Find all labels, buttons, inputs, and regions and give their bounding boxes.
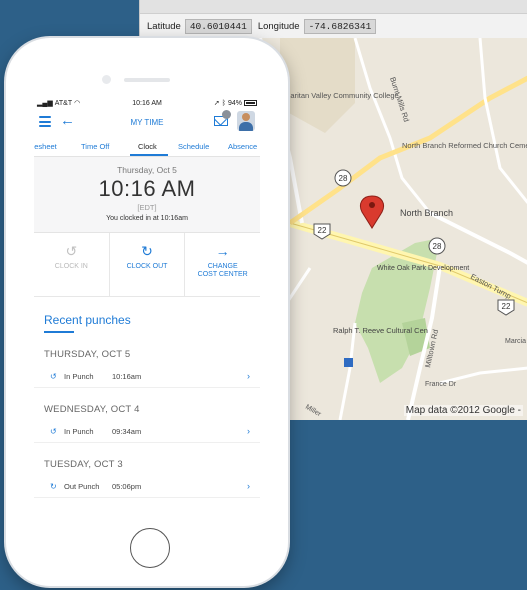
punch-row[interactable]: ↺ In Punch 09:34am › [34,421,260,443]
clock-actions: ↺ CLOCK IN ↻ CLOCK OUT → CHANGE COST CEN… [34,233,260,297]
clock-out-label: CLOCK OUT [126,263,168,270]
mail-badge [222,110,231,119]
punch-time: 10:16am [112,371,142,381]
carrier-label: AT&T [54,99,73,107]
longitude-field[interactable]: -74.6826341 [303,18,377,34]
chevron-right-icon: › [247,426,250,436]
status-bar: ▂▄▆ AT&T ◠ 10:16 AM ➚ ᛒ 94% [34,97,260,109]
out-punch-icon: ↻ [50,481,57,491]
chevron-right-icon: › [247,481,250,491]
route-22-label-east: 22 [502,302,511,311]
app-header: ← MY TIME [34,109,260,135]
latitude-field[interactable]: 40.6010441 [184,18,252,34]
phone-frame: ▂▄▆ AT&T ◠ 10:16 AM ➚ ᛒ 94% ← MY TIME me… [6,38,288,586]
wifi-icon: ◠ [74,100,81,107]
clock-date: Thursday, Oct 5 [117,165,177,175]
day-header: TUESDAY, OCT 3 [44,458,123,470]
cultural-center-icon [344,358,353,367]
church-label: North Branch Reformed Church Cemetery [402,141,527,150]
north-branch-label: North Branch [400,208,453,218]
clock-out-icon: ↻ [141,243,153,259]
marcia-label: Marcia [505,338,526,345]
clock-in-icon: ↺ [65,243,78,259]
phone-speaker [124,78,170,82]
bluetooth-icon: ᛒ [221,99,226,107]
tab-clock[interactable]: Clock [138,142,157,151]
map-window-titlebar [140,0,527,14]
clock-in-button[interactable]: ↺ CLOCK IN [34,233,110,296]
recent-punches-underline [44,331,74,333]
phone-camera [102,75,111,84]
punch-type: Out Punch [64,481,100,491]
clock-in-label: CLOCK IN [54,263,88,270]
day-header: WEDNESDAY, OCT 4 [44,403,140,415]
clock-status: You clocked in at 10:16am [106,215,188,222]
france-label: France Dr [425,381,457,388]
change-cost-center-button[interactable]: → CHANGE COST CENTER [185,233,260,296]
clock-timezone: [EDT] [137,203,157,212]
route-22-label: 22 [318,226,327,235]
signal-icon: ▂▄▆ [37,100,53,107]
clock-time: 10:16 AM [98,176,196,201]
change-cost-center-label: CHANGE COST CENTER [185,263,260,279]
college-label: Raritan Valley Community College [285,91,399,100]
clock-out-button[interactable]: ↻ CLOCK OUT [110,233,186,296]
battery-icon [243,100,257,106]
phone-screen: ▂▄▆ AT&T ◠ 10:16 AM ➚ ᛒ 94% ← MY TIME me… [34,97,260,515]
change-cost-center-line2: COST CENTER [197,271,248,278]
punch-row[interactable]: ↻ Out Punch 05:06pm › [34,476,260,498]
day-group: TUESDAY, OCT 3 ↻ Out Punch 05:06pm › [34,453,260,498]
chevron-right-icon: › [247,371,250,381]
location-status-icon: ➚ [213,100,220,107]
tab-time-off[interactable]: Time Off [81,142,109,151]
reeve-label: Ralph T. Reeve Cultural Cen [333,326,428,335]
route-28-label: 28 [339,174,348,183]
day-group: WEDNESDAY, OCT 4 ↺ In Punch 09:34am › [34,398,260,443]
location-pin-dot [369,202,375,208]
punch-type: In Punch [64,371,94,381]
tab-absence[interactable]: Absence [228,142,257,151]
tab-schedule[interactable]: Schedule [178,142,209,151]
day-group: THURSDAY, OCT 5 ↺ In Punch 10:16am › [34,343,260,388]
map-credit: Map data ©2012 Google - [403,405,523,416]
punch-time: 09:34am [112,426,142,436]
change-cost-center-line1: CHANGE [207,263,238,270]
tab-bar: mesheet Time Off Clock Schedule Absence [34,135,260,157]
latitude-label: Latitude [147,20,181,32]
punch-row[interactable]: ↺ In Punch 10:16am › [34,366,260,388]
home-button[interactable] [130,528,170,568]
tab-timesheet[interactable]: mesheet [34,142,57,151]
battery-percent: 94% [227,99,242,107]
day-header: THURSDAY, OCT 5 [44,348,131,360]
longitude-label: Longitude [257,20,300,32]
white-oak-label: White Oak Park Development [377,265,469,272]
punch-time: 05:06pm [112,481,142,491]
coordinate-bar: Latitude 40.6010441 Longitude -74.682634… [140,14,527,38]
in-punch-icon: ↺ [50,371,57,381]
active-tab-indicator [130,154,168,156]
in-punch-icon: ↺ [50,426,57,436]
recent-punches-title: Recent punches [44,313,131,327]
punch-type: In Punch [64,426,94,436]
avatar[interactable] [237,111,255,131]
arrow-right-icon: → [215,243,230,259]
route-28-label-east: 28 [433,242,442,251]
clock-panel: Thursday, Oct 5 10:16 AM [EDT] You clock… [34,157,260,233]
status-time: 10:16 AM [132,99,162,107]
